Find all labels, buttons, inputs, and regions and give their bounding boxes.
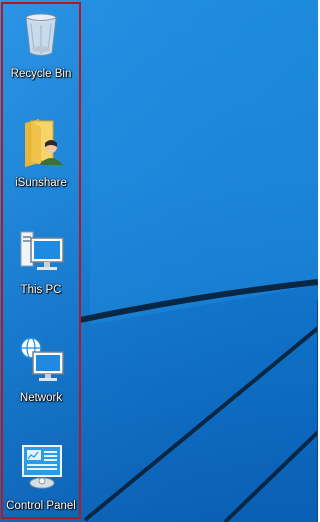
desktop-icon-network[interactable]: Network — [2, 330, 80, 416]
user-folder-icon — [25, 119, 63, 167]
recycle-bin-icon — [25, 13, 57, 56]
desktop-icon-label: iSunshare — [15, 177, 67, 189]
desktop-icon-label: This PC — [20, 284, 62, 296]
desktop[interactable]: Recycle Bin iSunshare This PC Network Co… — [0, 0, 318, 522]
computer-icon — [20, 231, 64, 270]
desktop-icon-control-panel[interactable]: Control Panel — [2, 438, 80, 522]
desktop-icon-isunshare[interactable]: iSunshare — [2, 115, 80, 201]
desktop-icon-label: Recycle Bin — [10, 68, 72, 80]
desktop-icon-label: Control Panel — [6, 500, 76, 512]
network-icon — [20, 337, 64, 381]
desktop-icon-recycle-bin[interactable]: Recycle Bin — [2, 6, 80, 92]
desktop-icon-label: Network — [19, 392, 63, 404]
desktop-icon-this-pc[interactable]: This PC — [2, 222, 80, 308]
control-panel-icon — [22, 445, 62, 489]
